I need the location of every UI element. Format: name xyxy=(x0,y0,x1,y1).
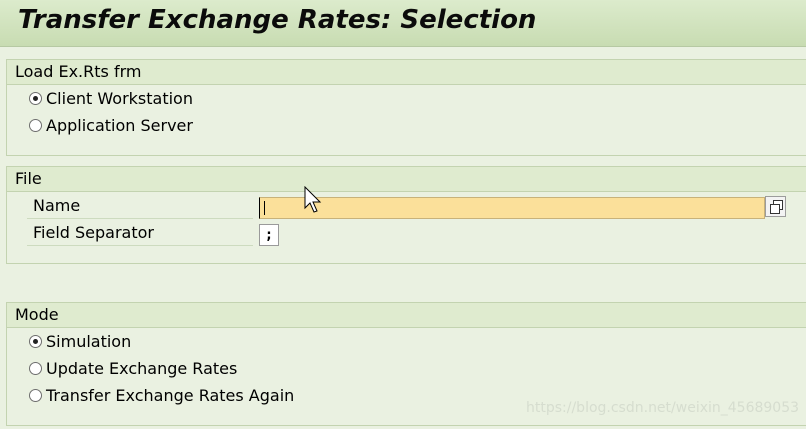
radio-client-workstation[interactable]: Client Workstation xyxy=(29,87,193,109)
radio-update-exchange-rates[interactable]: Update Exchange Rates xyxy=(29,357,237,379)
radio-button[interactable] xyxy=(29,361,42,375)
radio-label: Simulation xyxy=(46,331,132,351)
value-help-icon-front xyxy=(770,204,780,214)
radio-button-selected[interactable] xyxy=(29,334,42,348)
mode-group-title: Mode xyxy=(7,303,806,328)
radio-transfer-again[interactable]: Transfer Exchange Rates Again xyxy=(29,384,294,406)
radio-label: Client Workstation xyxy=(46,88,193,108)
mouse-cursor-icon xyxy=(304,186,322,213)
watermark: https://blog.csdn.net/weixin_45689053 xyxy=(526,400,800,416)
name-field-label: Name xyxy=(27,193,253,219)
title-bar: Transfer Exchange Rates: Selection xyxy=(0,0,806,47)
radio-label: Application Server xyxy=(46,115,193,135)
file-group: File Name Field Separator ; xyxy=(6,166,806,264)
load-from-group-title: Load Ex.Rts frm xyxy=(7,60,806,85)
field-separator-input[interactable]: ; xyxy=(259,224,279,246)
value-help-button[interactable] xyxy=(765,196,786,217)
field-separator-label: Field Separator xyxy=(27,220,253,246)
file-name-input[interactable] xyxy=(259,197,765,219)
file-group-title: File xyxy=(7,167,806,192)
radio-button-selected[interactable] xyxy=(29,91,42,105)
page-title: Transfer Exchange Rates: Selection xyxy=(18,5,537,35)
radio-button[interactable] xyxy=(29,388,42,402)
text-caret xyxy=(264,201,265,215)
radio-simulation[interactable]: Simulation xyxy=(29,330,131,352)
radio-label: Update Exchange Rates xyxy=(46,358,238,378)
radio-button[interactable] xyxy=(29,118,42,132)
radio-application-server[interactable]: Application Server xyxy=(29,114,193,136)
radio-label: Transfer Exchange Rates Again xyxy=(46,385,295,405)
load-from-group: Load Ex.Rts frm Client Workstation Appli… xyxy=(6,59,806,156)
